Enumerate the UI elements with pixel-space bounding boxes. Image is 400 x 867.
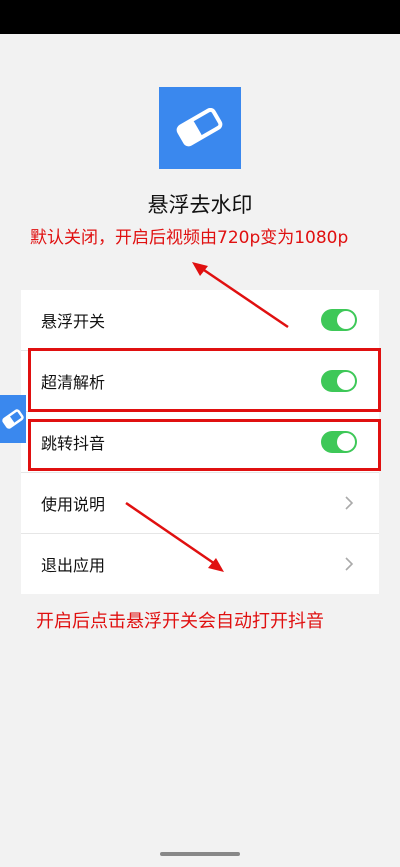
toggle-knob (337, 372, 355, 390)
setting-label: 跳转抖音 (41, 434, 106, 453)
toggle-knob (337, 433, 355, 451)
chevron-right-icon (345, 557, 354, 571)
setting-row-jump-douyin[interactable]: 跳转抖音 (21, 412, 379, 472)
floating-button[interactable] (0, 395, 26, 443)
setting-label: 退出应用 (41, 556, 106, 575)
setting-row-exit-app[interactable]: 退出应用 (21, 534, 379, 594)
arrow-up-head (192, 262, 208, 276)
annotation-bottom-note: 开启后点击悬浮开关会自动打开抖音 (36, 611, 324, 632)
eraser-icon (2, 409, 24, 429)
jump-douyin-toggle[interactable] (321, 431, 357, 453)
setting-label: 使用说明 (41, 495, 106, 514)
setting-label: 悬浮开关 (41, 312, 106, 331)
float-switch-toggle[interactable] (321, 309, 357, 331)
annotation-top-note: 默认关闭，开启后视频由720p变为1080p (30, 228, 349, 248)
status-bar (0, 0, 400, 34)
settings-toggle-card: 悬浮开关 超清解析 跳转抖音 使用说明 退出应用 (21, 290, 379, 594)
setting-row-float-switch[interactable]: 悬浮开关 (21, 290, 379, 350)
setting-row-hd-parse[interactable]: 超清解析 (21, 351, 379, 411)
eraser-icon (176, 108, 223, 147)
setting-label: 超清解析 (41, 373, 106, 392)
setting-row-instructions[interactable]: 使用说明 (21, 473, 379, 533)
hd-parse-toggle[interactable] (321, 370, 357, 392)
home-indicator[interactable] (160, 852, 240, 856)
app-title: 悬浮去水印 (147, 193, 253, 217)
app-logo (159, 87, 241, 169)
toggle-knob (337, 311, 355, 329)
chevron-right-icon (345, 496, 354, 510)
